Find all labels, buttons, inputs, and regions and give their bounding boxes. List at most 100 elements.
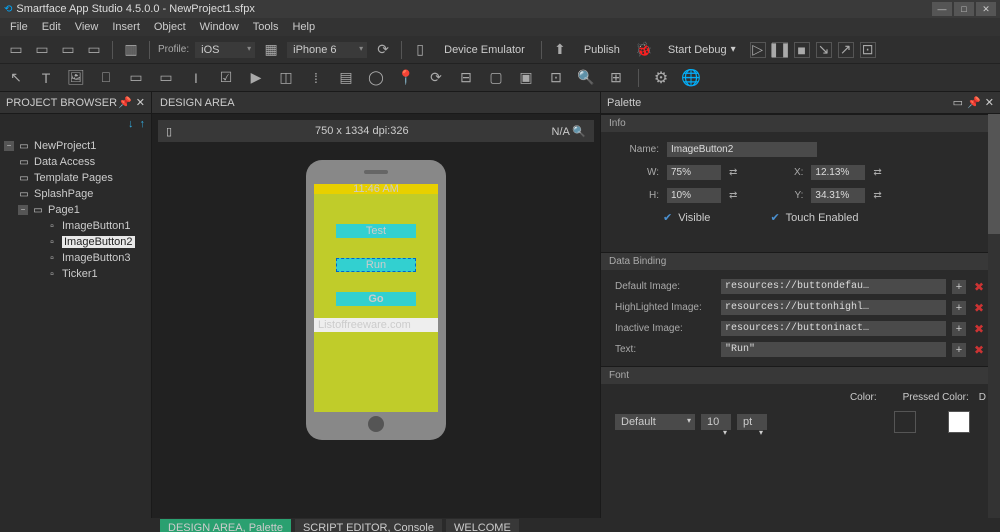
- x-refresh-icon[interactable]: ⇄: [873, 167, 881, 178]
- textbox-tool-icon[interactable]: ▭: [126, 68, 146, 88]
- layout-icon[interactable]: ▥: [121, 40, 141, 60]
- rotate-icon[interactable]: ⟳: [373, 40, 393, 60]
- pressed-color-swatch[interactable]: [948, 411, 970, 433]
- menu-edit[interactable]: Edit: [36, 19, 67, 35]
- design-button-test[interactable]: Test: [336, 224, 416, 238]
- step-out-icon[interactable]: ↗: [838, 42, 854, 58]
- font-family-dropdown[interactable]: Default: [615, 414, 695, 430]
- switch-tool-icon[interactable]: ⊡: [546, 68, 566, 88]
- menu-file[interactable]: File: [4, 19, 34, 35]
- webview-tool-icon[interactable]: ◯: [366, 68, 386, 88]
- step-into-icon[interactable]: ↘: [816, 42, 832, 58]
- video-tool-icon[interactable]: ▶: [246, 68, 266, 88]
- pointer-tool-icon[interactable]: ↖: [6, 68, 26, 88]
- design-canvas[interactable]: 11:46 AM Test Run Go Listoffreeware.com: [152, 142, 600, 518]
- tree-imagebutton2[interactable]: ▫ImageButton2: [4, 234, 147, 250]
- tree-ticker1[interactable]: ▫Ticker1: [4, 266, 147, 282]
- open-project-icon[interactable]: ▭: [32, 40, 52, 60]
- zoom-icon[interactable]: 🔍: [572, 126, 586, 138]
- palette-scrollbar[interactable]: [988, 114, 1000, 518]
- tree-page1[interactable]: −▭Page1: [4, 202, 147, 218]
- palette-pin-icon[interactable]: 📌: [967, 96, 981, 109]
- width-refresh-icon[interactable]: ⇄: [729, 167, 737, 178]
- phone-screen[interactable]: 11:46 AM Test Run Go Listoffreeware.com: [314, 184, 438, 412]
- tree-splash-page[interactable]: ▭SplashPage: [4, 186, 147, 202]
- menu-window[interactable]: Window: [194, 19, 245, 35]
- highlighted-image-delete-button[interactable]: ✖: [972, 301, 986, 315]
- textbutton-tool-icon[interactable]: ⎕: [96, 68, 116, 88]
- tab-welcome[interactable]: WELCOME: [446, 519, 519, 532]
- menu-insert[interactable]: Insert: [106, 19, 146, 35]
- palette-restore-icon[interactable]: ▭: [953, 96, 963, 109]
- inactive-image-delete-button[interactable]: ✖: [972, 322, 986, 336]
- debug-icon[interactable]: 🐞: [634, 40, 654, 60]
- checkbox-tool-icon[interactable]: ☑: [216, 68, 236, 88]
- design-ticker[interactable]: Listoffreeware.com: [314, 318, 438, 332]
- maximize-button[interactable]: □: [954, 2, 974, 16]
- profile-settings-icon[interactable]: ▦: [261, 40, 281, 60]
- font-size-dropdown[interactable]: 10: [701, 414, 731, 430]
- font-unit-dropdown[interactable]: pt: [737, 414, 767, 430]
- tree-imagebutton3[interactable]: ▫ImageButton3: [4, 250, 147, 266]
- stop-icon[interactable]: ■: [794, 42, 810, 58]
- inactive-image-add-button[interactable]: +: [952, 322, 966, 336]
- editbox-tool-icon[interactable]: I: [186, 68, 206, 88]
- slider-tool-icon[interactable]: ⊟: [456, 68, 476, 88]
- group-tool-icon[interactable]: ▣: [516, 68, 536, 88]
- start-debug-button[interactable]: Start Debug ▾: [660, 42, 744, 58]
- menu-help[interactable]: Help: [286, 19, 321, 35]
- profile-dropdown[interactable]: iOS: [195, 42, 255, 58]
- activity-tool-icon[interactable]: ⟳: [426, 68, 446, 88]
- close-button[interactable]: ✕: [976, 2, 996, 16]
- pin-icon[interactable]: 📌: [118, 96, 132, 109]
- name-input[interactable]: [667, 142, 817, 157]
- pause-icon[interactable]: ❚❚: [772, 42, 788, 58]
- palette-close-icon[interactable]: ✕: [985, 96, 994, 109]
- design-button-run-selected[interactable]: Run: [336, 258, 416, 272]
- default-image-delete-button[interactable]: ✖: [972, 280, 986, 294]
- default-image-input[interactable]: resources://buttondefau…: [721, 279, 946, 294]
- highlighted-image-add-button[interactable]: +: [952, 301, 966, 315]
- tab-script-editor[interactable]: SCRIPT EDITOR, Console: [295, 519, 442, 532]
- emulator-icon[interactable]: ▯: [410, 40, 430, 60]
- text-input[interactable]: "Run": [721, 342, 946, 357]
- touch-enabled-checkbox[interactable]: ✔Touch Enabled: [770, 211, 858, 224]
- canvas-tool-icon[interactable]: ▢: [486, 68, 506, 88]
- search-tool-icon[interactable]: 🔍: [576, 68, 596, 88]
- save-all-icon[interactable]: ▭: [84, 40, 104, 60]
- height-input[interactable]: [667, 188, 721, 203]
- minimize-button[interactable]: —: [932, 2, 952, 16]
- tab-design-area[interactable]: DESIGN AREA, Palette: [160, 519, 291, 532]
- repeatbox-tool-icon[interactable]: ▤: [336, 68, 356, 88]
- breakpoint-icon[interactable]: ⊡: [860, 42, 876, 58]
- tree-template-pages[interactable]: ▭Template Pages: [4, 170, 147, 186]
- tree-imagebutton1[interactable]: ▫ImageButton1: [4, 218, 147, 234]
- device-emulator-button[interactable]: Device Emulator: [436, 42, 533, 58]
- menu-tools[interactable]: Tools: [247, 19, 285, 35]
- height-refresh-icon[interactable]: ⇄: [729, 190, 737, 201]
- design-button-go[interactable]: Go: [336, 292, 416, 306]
- panel-close-icon[interactable]: ✕: [136, 96, 145, 109]
- color-swatch[interactable]: [894, 411, 916, 433]
- publish-icon[interactable]: ⬆: [550, 40, 570, 60]
- x-input[interactable]: [811, 165, 865, 180]
- container-tool-icon[interactable]: ◫: [276, 68, 296, 88]
- device-dropdown[interactable]: iPhone 6: [287, 42, 367, 58]
- text-add-button[interactable]: +: [952, 343, 966, 357]
- width-input[interactable]: [667, 165, 721, 180]
- text-delete-button[interactable]: ✖: [972, 343, 986, 357]
- cloud-icon[interactable]: 🌐: [681, 68, 701, 88]
- menu-object[interactable]: Object: [148, 19, 192, 35]
- menu-view[interactable]: View: [69, 19, 105, 35]
- map-tool-icon[interactable]: 📍: [396, 68, 416, 88]
- inactive-image-input[interactable]: resources://buttoninact…: [721, 321, 946, 336]
- highlighted-image-input[interactable]: resources://buttonhighl…: [721, 300, 946, 315]
- save-icon[interactable]: ▭: [58, 40, 78, 60]
- settings-icon[interactable]: ⚙: [651, 68, 671, 88]
- tree-data-access[interactable]: ▭Data Access: [4, 154, 147, 170]
- y-refresh-icon[interactable]: ⇄: [873, 190, 881, 201]
- text-tool-icon[interactable]: T: [36, 68, 56, 88]
- add-tool-icon[interactable]: ⊞: [606, 68, 626, 88]
- new-project-icon[interactable]: ▭: [6, 40, 26, 60]
- collapse-all-icon[interactable]: ↓: [128, 118, 134, 130]
